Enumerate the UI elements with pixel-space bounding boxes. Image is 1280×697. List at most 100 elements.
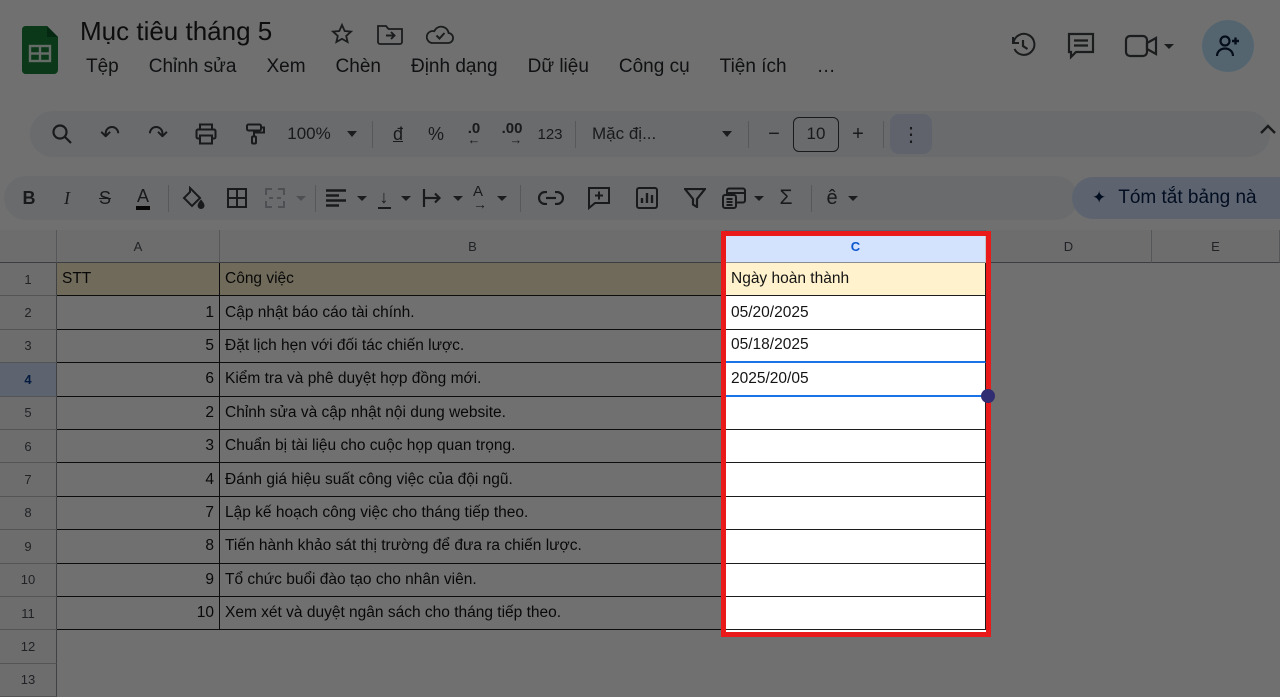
cell-A9[interactable]: 8 [57,530,220,563]
increase-font-size-button[interactable]: + [839,114,877,154]
cell-B13[interactable] [220,664,726,697]
cell-B8[interactable]: Lập kế hoạch công việc cho tháng tiếp th… [220,497,726,530]
zoom-select[interactable]: 100% [278,114,366,154]
document-title[interactable]: Mục tiêu tháng 5 [80,16,272,47]
cell-A3[interactable]: 5 [57,330,220,363]
cell-C7[interactable] [726,463,986,496]
row-header[interactable]: 9 [0,530,57,563]
cell-C13[interactable] [726,664,986,697]
row-header[interactable]: 8 [0,497,57,530]
cell-D13[interactable] [986,664,1152,697]
chevron-down-icon[interactable] [1164,44,1174,49]
cell-E6[interactable] [1152,430,1280,463]
cell-A1[interactable]: STT [57,263,220,296]
cell-C8[interactable] [726,497,986,530]
cell-B4[interactable]: Kiểm tra và phê duyệt hợp đồng mới. [220,363,726,396]
cell-B7[interactable]: Đánh giá hiệu suất công việc của đội ngũ… [220,463,726,496]
menu-insert[interactable]: Chèn [336,56,381,78]
cell-E3[interactable] [1152,330,1280,363]
more-formats-button[interactable]: 123 [531,114,569,154]
cell-E1[interactable] [1152,263,1280,296]
cell-B3[interactable]: Đặt lịch hẹn với đối tác chiến lược. [220,330,726,363]
row-header[interactable]: 11 [0,597,57,630]
increase-decimal-button[interactable]: .00→ [493,114,531,154]
star-icon[interactable] [330,22,354,46]
cell-E7[interactable] [1152,463,1280,496]
cell-B9[interactable]: Tiến hành khảo sát thị trường để đưa ra … [220,530,726,563]
chevron-down-icon[interactable] [754,196,764,201]
cell-A5[interactable]: 2 [57,397,220,430]
cell-D9[interactable] [986,530,1152,563]
cell-A8[interactable]: 7 [57,497,220,530]
cell-B10[interactable]: Tổ chức buổi đào tạo cho nhân viên. [220,564,726,597]
row-header[interactable]: 12 [0,630,57,663]
cell-D4[interactable] [986,363,1152,396]
insert-chart-button[interactable] [623,178,671,218]
cell-D11[interactable] [986,597,1152,630]
fill-color-button[interactable] [175,178,213,218]
strikethrough-button[interactable]: S [86,178,124,218]
cell-D8[interactable] [986,497,1152,530]
cell-C2[interactable]: 05/20/2025 [726,296,986,329]
decrease-decimal-button[interactable]: .0← [455,114,493,154]
cell-A4[interactable]: 6 [57,363,220,396]
cell-B11[interactable]: Xem xét và duyệt ngân sách cho tháng tiế… [220,597,726,630]
cell-C9[interactable] [726,530,986,563]
cell-E11[interactable] [1152,597,1280,630]
bold-button[interactable]: B [10,178,48,218]
cell-A13[interactable] [57,664,220,697]
cell-D5[interactable] [986,397,1152,430]
cell-B1[interactable]: Công việc [220,263,726,296]
sheets-logo-icon[interactable] [22,26,58,74]
row-header[interactable]: 2 [0,296,57,329]
fill-handle[interactable] [981,389,995,403]
cell-A7[interactable]: 4 [57,463,220,496]
text-rotation-button[interactable]: A→ [466,178,514,218]
font-size-input[interactable]: 10 [793,114,839,154]
functions-button[interactable]: Σ [767,178,805,218]
chevron-down-icon[interactable] [453,196,463,201]
horizontal-align-button[interactable] [322,178,370,218]
cell-C1[interactable]: Ngày hoàn thành [726,263,986,296]
chevron-down-icon[interactable] [296,196,306,201]
row-header[interactable]: 6 [0,430,57,463]
cell-D10[interactable] [986,564,1152,597]
table-views-button[interactable] [719,178,767,218]
cell-D3[interactable] [986,330,1152,363]
row-header[interactable]: 5 [0,397,57,430]
borders-button[interactable] [213,178,261,218]
cell-B5[interactable]: Chỉnh sửa và cập nhật nội dung website. [220,397,726,430]
cell-C11[interactable] [726,597,986,630]
cell-B2[interactable]: Cập nhật báo cáo tài chính. [220,296,726,329]
toolbar-more-button[interactable]: ⋮ [890,114,932,154]
text-wrap-button[interactable] [418,178,466,218]
cell-C5[interactable] [726,397,986,430]
currency-format-button[interactable]: đ [379,114,417,154]
menu-file[interactable]: Tệp [86,56,119,78]
cell-C6[interactable] [726,430,986,463]
merge-cells-button[interactable] [261,178,309,218]
redo-button[interactable]: ↷ [134,114,182,154]
cell-E12[interactable] [1152,630,1280,663]
chevron-down-icon[interactable] [848,196,858,201]
active-cell-C4[interactable]: 2025/20/05 [726,363,986,396]
cell-E4[interactable] [1152,363,1280,396]
column-header-B[interactable]: B [220,230,726,263]
cell-A2[interactable]: 1 [57,296,220,329]
menu-extensions[interactable]: Tiện ích [720,56,787,78]
chevron-down-icon[interactable] [497,196,507,201]
paint-format-button[interactable] [230,114,278,154]
row-header[interactable]: 10 [0,564,57,597]
menu-tools[interactable]: Công cụ [619,56,690,78]
cell-C10[interactable] [726,564,986,597]
menu-view[interactable]: Xem [266,56,305,78]
cell-A11[interactable]: 10 [57,597,220,630]
cell-B6[interactable]: Chuẩn bị tài liệu cho cuộc họp quan trọn… [220,430,726,463]
row-header[interactable]: 3 [0,330,57,363]
font-size-value[interactable]: 10 [793,117,839,152]
move-folder-icon[interactable] [377,23,403,45]
cell-C3[interactable]: 05/18/2025 [726,330,986,363]
print-button[interactable] [182,114,230,154]
cell-A6[interactable]: 3 [57,430,220,463]
row-header[interactable]: 7 [0,463,57,496]
